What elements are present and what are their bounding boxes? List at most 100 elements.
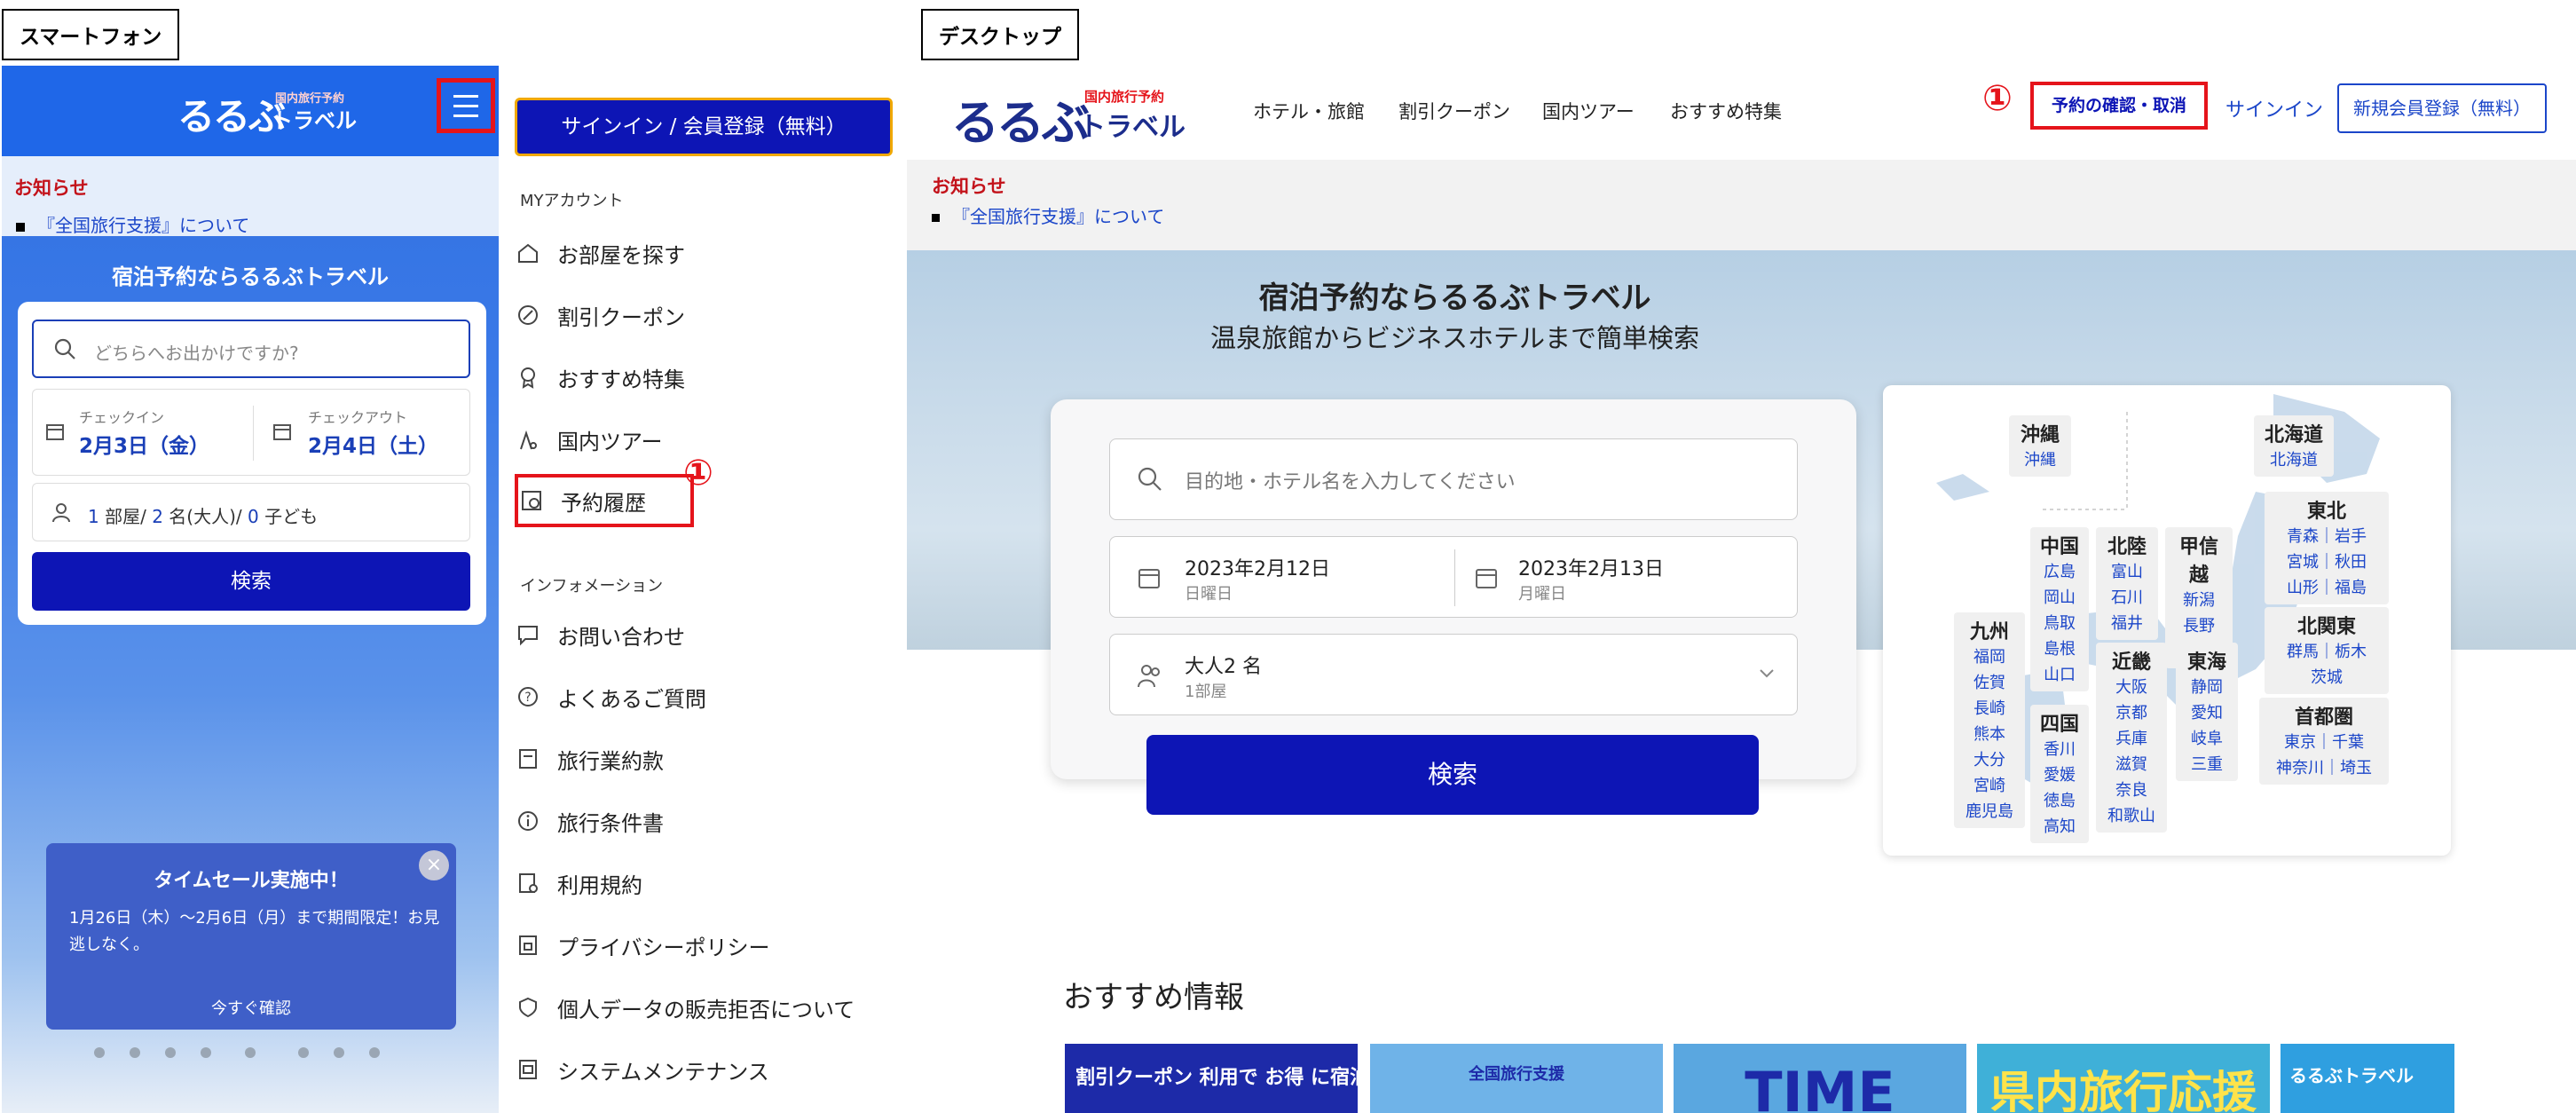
pref-link[interactable]: 三重	[2181, 752, 2233, 778]
pref-link[interactable]: 神奈川｜埼玉	[2265, 755, 2383, 781]
menu-item-terms-of-use[interactable]: 利用規約	[515, 861, 887, 905]
region-hokuriku[interactable]: 北陸 富山 石川 福井	[2096, 527, 2158, 640]
pref-link[interactable]: 兵庫	[2101, 726, 2162, 752]
pref-link[interactable]: 宮崎	[1959, 773, 2020, 799]
desktop-date-picker[interactable]: 2023年2月12日 日曜日 2023年2月13日 月曜日	[1109, 536, 1798, 618]
pref-link[interactable]: 福井	[2101, 611, 2153, 636]
desktop-search-button[interactable]: 検索	[1146, 735, 1759, 815]
nav-features[interactable]: おすすめ特集	[1670, 98, 1782, 124]
nav-coupons[interactable]: 割引クーポン	[1398, 98, 1510, 124]
pref-link[interactable]: 静岡	[2181, 675, 2233, 700]
pref-link[interactable]: 京都	[2101, 700, 2162, 726]
pref-link[interactable]: 大阪	[2101, 675, 2162, 700]
pref-link[interactable]: 群馬｜栃木	[2270, 639, 2383, 665]
desktop-guests-selector[interactable]: 大人2 名 1部屋	[1109, 634, 1798, 715]
menu-item-terms-agency[interactable]: 旅行業約款	[515, 737, 887, 781]
pref-link[interactable]: 鹿児島	[1959, 799, 2020, 825]
desktop-signin-link[interactable]: サインイン	[2225, 94, 2323, 122]
region-kyushu[interactable]: 九州 福岡 佐賀 長崎 熊本 大分 宮崎 鹿児島	[1954, 612, 2025, 828]
region-shutoken[interactable]: 首都圏 東京｜千葉 神奈川｜埼玉	[2259, 698, 2389, 785]
region-name: 四国	[2039, 714, 2079, 736]
region-tohoku[interactable]: 東北 青森｜岩手 宮城｜秋田 山形｜福島	[2265, 492, 2389, 604]
pref-link[interactable]: 福岡	[1959, 644, 2020, 670]
region-okinawa[interactable]: 沖縄 沖縄	[2009, 415, 2071, 477]
desktop-notice-link[interactable]: 『全国旅行支援』について	[932, 202, 1164, 228]
phone-logo[interactable]: るるぶ 国内旅行予約 トラベル	[177, 87, 357, 141]
menu-item-search-rooms[interactable]: お部屋を探す	[515, 231, 887, 275]
region-name: 北陸	[2107, 536, 2147, 558]
menu-item-maintenance[interactable]: システムメンテナンス	[515, 1047, 887, 1092]
date-divider	[253, 406, 254, 461]
desktop-logo-sub2: トラベル	[1079, 112, 1186, 143]
menu-signin-button[interactable]: サインイン / 会員登録（無料）	[515, 98, 893, 156]
menu-item-coupon[interactable]: 割引クーポン	[515, 293, 887, 337]
menu-item-features[interactable]: おすすめ特集	[515, 355, 887, 399]
banner-rurubu[interactable]: るるぶトラベル	[2281, 1044, 2454, 1113]
desktop-logo[interactable]: るるぶ 国内旅行予約 トラベル	[951, 83, 1186, 154]
pref-link[interactable]: 長野	[2170, 613, 2227, 639]
pref-link[interactable]: 沖縄	[2014, 447, 2066, 473]
pref-link[interactable]: 岐阜	[2181, 726, 2233, 752]
checkin-label: チェックイン	[79, 409, 165, 426]
nav-tours[interactable]: 国内ツアー	[1542, 98, 1635, 124]
pref-link[interactable]: 高知	[2036, 814, 2084, 840]
pref-link[interactable]: 滋賀	[2101, 752, 2162, 778]
pref-link[interactable]: 鳥取	[2036, 611, 2084, 636]
menu-item-data-sale-optout[interactable]: 個人データの販売拒否について	[515, 985, 887, 1030]
pref-link[interactable]: 奈良	[2101, 778, 2162, 803]
pref-link[interactable]: 茨城	[2270, 665, 2383, 691]
banner-coupon[interactable]: 割引クーポン 利用で お得 に宿泊	[1065, 1044, 1358, 1113]
pref-link[interactable]: 山形｜福島	[2270, 575, 2383, 601]
menu-item-privacy[interactable]: プライバシーポリシー	[515, 923, 887, 967]
desktop-search-input[interactable]: 目的地・ホテル名を入力してください	[1109, 438, 1798, 520]
hamburger-menu-icon[interactable]	[437, 78, 495, 133]
pref-link[interactable]: 愛媛	[2036, 762, 2084, 788]
pref-link[interactable]: 熊本	[1959, 722, 2020, 747]
region-kinki[interactable]: 近畿 大阪 京都 兵庫 滋賀 奈良 和歌山	[2096, 643, 2167, 833]
nav-hotels[interactable]: ホテル・旅館	[1253, 98, 1365, 124]
pref-link[interactable]: 富山	[2101, 559, 2153, 585]
banner-prefecture-support[interactable]: 県内旅行応援	[1977, 1044, 2270, 1113]
region-kitakanto[interactable]: 北関東 群馬｜栃木 茨城	[2265, 607, 2389, 694]
confirm-cancel-button[interactable]: 予約の確認・取消	[2030, 82, 2208, 130]
pref-link[interactable]: 島根	[2036, 636, 2084, 662]
pref-link[interactable]: 宮城｜秋田	[2270, 549, 2383, 575]
region-shikoku[interactable]: 四国 香川 愛媛 徳島 高知	[2030, 705, 2089, 843]
pref-link[interactable]: 長崎	[1959, 696, 2020, 722]
pref-link[interactable]: 佐賀	[1959, 670, 2020, 696]
pref-link[interactable]: 東京｜千葉	[2265, 730, 2383, 755]
pref-link[interactable]: 山口	[2036, 662, 2084, 688]
pref-link[interactable]: 愛知	[2181, 700, 2233, 726]
register-button[interactable]: 新規会員登録（無料）	[2337, 83, 2547, 133]
pref-link[interactable]: 広島	[2036, 559, 2084, 585]
pref-link[interactable]: 北海道	[2259, 447, 2328, 473]
menu-item-conditions[interactable]: 旅行条件書	[515, 799, 887, 843]
popup-link[interactable]: 今すぐ確認	[46, 996, 456, 1019]
pref-link[interactable]: 徳島	[2036, 788, 2084, 814]
phone-date-picker[interactable]: チェックイン 2月3日（金） チェックアウト 2月4日（土）	[32, 389, 470, 476]
phone-search-input[interactable]: どちらへお出かけですか?	[32, 320, 470, 378]
region-hokkaido[interactable]: 北海道 北海道	[2254, 415, 2334, 477]
pref-link[interactable]: 岡山	[2036, 585, 2084, 611]
pref-link[interactable]: 香川	[2036, 737, 2084, 762]
banner-time[interactable]: TIME	[1674, 1044, 1966, 1113]
recommend-title: おすすめ情報	[1063, 980, 1244, 1015]
home-icon	[515, 240, 541, 266]
pref-link[interactable]: 大分	[1959, 747, 2020, 773]
menu-item-faq[interactable]: ? よくあるご質問	[515, 675, 887, 719]
pref-link[interactable]: 青森｜岩手	[2270, 524, 2383, 549]
search-icon	[54, 338, 75, 359]
phone-search-button[interactable]: 検索	[32, 552, 470, 611]
menu-item-contact[interactable]: お問い合わせ	[515, 612, 887, 657]
side-menu: サインイン / 会員登録（無料） MYアカウント お部屋を探す 割引クーポン お…	[499, 66, 907, 1113]
pref-link[interactable]: 新潟	[2170, 588, 2227, 613]
region-tokai[interactable]: 東海 静岡 愛知 岐阜 三重	[2176, 643, 2238, 781]
phone-notice-link[interactable]: 『全国旅行支援』について	[16, 211, 249, 237]
region-chugoku[interactable]: 中国 広島 岡山 鳥取 島根 山口	[2030, 527, 2089, 691]
menu-item-label: 国内ツアー	[557, 429, 663, 454]
banner-travel-support[interactable]: 全国旅行支援	[1370, 1044, 1663, 1113]
phone-guests-selector[interactable]: 1 部屋/ 2 名(大人)/ 0 子ども	[32, 483, 470, 541]
menu-item-booking-history[interactable]: 予約履歴	[515, 474, 694, 527]
pref-link[interactable]: 石川	[2101, 585, 2153, 611]
pref-link[interactable]: 和歌山	[2101, 803, 2162, 829]
